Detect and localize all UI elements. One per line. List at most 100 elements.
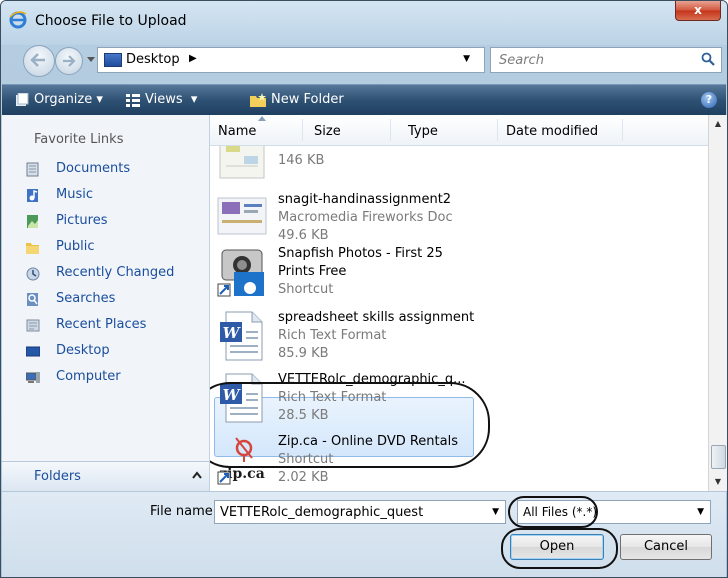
close-button[interactable]: x — [675, 1, 721, 21]
nav-item-label: Desktop — [56, 343, 110, 358]
pictures-icon — [27, 215, 38, 228]
nav-item-recently-changed[interactable]: Recently Changed — [26, 264, 204, 284]
address-bar[interactable]: Desktop ▶ ▼ — [97, 47, 485, 73]
dialog-footer: File name: VETTERolc_demographic_quest ▼… — [2, 491, 726, 577]
desktop-icon — [26, 346, 40, 357]
nav-item-label: Recently Changed — [56, 265, 175, 280]
snapfish-shortcut-icon — [217, 249, 264, 297]
recently-changed-icon — [26, 267, 40, 281]
column-divider[interactable] — [497, 119, 498, 141]
nav-item-computer[interactable]: Computer — [26, 368, 204, 388]
forward-button[interactable] — [55, 47, 83, 75]
file-type: Macromedia Fireworks Doc — [278, 210, 453, 225]
documents-icon — [26, 162, 39, 177]
nav-item-searches[interactable]: Searches — [26, 290, 204, 310]
new-folder-button[interactable]: New Folder — [250, 92, 344, 107]
file-name-label: File name: — [150, 504, 218, 519]
file-list-pane: Name Size Type Date modified Macromedia … — [210, 115, 708, 491]
column-divider[interactable] — [622, 119, 623, 141]
nav-item-label: Documents — [56, 161, 131, 176]
file-size: 49.6 KB — [278, 228, 329, 243]
forward-arrow-icon — [63, 55, 76, 67]
nav-item-pictures[interactable]: Pictures — [26, 212, 204, 232]
computer-icon — [26, 372, 40, 383]
views-menu[interactable]: Views ▾ — [126, 92, 197, 107]
nav-item-public[interactable]: Public — [26, 238, 204, 258]
desktop-location-icon — [104, 53, 122, 67]
nav-item-label: Public — [56, 239, 95, 254]
folders-toggle[interactable]: Folders — [2, 461, 209, 492]
nav-item-desktop[interactable]: Desktop — [26, 342, 204, 362]
file-type: Shortcut — [278, 282, 334, 297]
nav-item-recent-places[interactable]: Recent Places — [26, 316, 204, 336]
internet-explorer-icon — [9, 11, 27, 29]
file-name-value[interactable]: VETTERolc_demographic_quest — [220, 505, 423, 520]
file-size: 146 KB — [278, 153, 325, 168]
views-icon — [126, 93, 140, 107]
file-item[interactable]: snagit-handinassignment2 Macromedia Fire… — [216, 192, 696, 246]
column-header-type[interactable]: Type — [408, 124, 438, 139]
file-name-field[interactable]: VETTERolc_demographic_quest ▼ — [214, 500, 506, 524]
nav-item-label: Searches — [56, 291, 116, 306]
back-arrow-icon — [30, 53, 45, 67]
annotation-circle-selected-file — [210, 382, 490, 468]
column-header-name[interactable]: Name — [218, 124, 256, 139]
nav-item-label: Recent Places — [56, 317, 147, 332]
nav-item-label: Computer — [56, 369, 121, 384]
address-dropdown-icon[interactable]: ▼ — [463, 54, 470, 64]
filter-dropdown-icon[interactable]: ▼ — [697, 507, 704, 517]
title-bar[interactable]: Choose File to Upload x — [1, 1, 727, 45]
organize-label: Organize — [34, 92, 93, 107]
file-type: Rich Text Format — [278, 328, 387, 343]
file-name: snagit-handinassignment2 — [278, 192, 452, 207]
nav-item-music[interactable]: Music — [26, 186, 204, 206]
navigation-pane: Favorite Links Documents Music Pictures … — [2, 115, 210, 491]
new-folder-icon — [250, 92, 266, 107]
organize-icon — [16, 92, 29, 106]
file-item[interactable]: Snapfish Photos - First 25 Prints Free S… — [216, 246, 696, 306]
search-input[interactable]: Search — [490, 47, 722, 73]
search-icon[interactable] — [701, 52, 715, 66]
scrollbar-thumb[interactable] — [711, 445, 726, 469]
scroll-up-icon[interactable]: ▲ — [709, 115, 727, 133]
back-button[interactable] — [23, 45, 55, 77]
file-type: Macromedia Fireworks Doc — [278, 146, 453, 150]
file-name: Snapfish Photos - First 25 — [278, 246, 443, 261]
window-title: Choose File to Upload — [35, 13, 187, 29]
search-placeholder: Search — [499, 53, 544, 68]
organize-menu[interactable]: Organize ▾ — [15, 92, 103, 107]
address-location[interactable]: Desktop — [126, 52, 180, 67]
column-divider[interactable] — [302, 119, 303, 141]
nav-item-documents[interactable]: Documents — [26, 160, 204, 180]
scroll-down-icon[interactable]: ▼ — [709, 473, 727, 491]
sort-ascending-icon — [258, 116, 266, 121]
fireworks-doc-icon — [219, 146, 265, 179]
file-dialog-window: Choose File to Upload x Desktop ▶ ▼ ↺ Se… — [0, 0, 728, 578]
music-icon — [27, 189, 38, 202]
vertical-scrollbar[interactable]: ▲ ▼ — [708, 115, 727, 491]
folders-label: Folders — [34, 469, 81, 484]
word-doc-icon: W — [220, 311, 263, 361]
column-divider[interactable] — [390, 119, 391, 141]
file-name: spreadsheet skills assignment — [278, 310, 475, 325]
cancel-button[interactable]: Cancel — [620, 534, 712, 560]
command-toolbar: Organize ▾ Views ▾ New Folder ? — [2, 84, 726, 115]
public-folder-icon — [26, 243, 39, 254]
column-header-size[interactable]: Size — [314, 124, 341, 139]
svg-text:W: W — [223, 324, 242, 342]
recent-places-icon — [26, 319, 40, 332]
help-icon[interactable]: ? — [701, 92, 717, 108]
annotation-circle-open-button — [501, 528, 618, 569]
recent-pages-dropdown-icon[interactable] — [87, 55, 95, 63]
file-list: Macromedia Fireworks Doc 146 KB snagit-h… — [210, 146, 708, 491]
chevron-up-icon[interactable] — [192, 471, 202, 479]
column-header-date-modified[interactable]: Date modified — [506, 124, 598, 139]
annotation-circle-filter — [508, 496, 598, 528]
file-item[interactable]: W spreadsheet skills assignment Rich Tex… — [216, 310, 696, 364]
file-item[interactable]: Macromedia Fireworks Doc 146 KB — [216, 146, 696, 188]
column-headers: Name Size Type Date modified — [210, 115, 708, 146]
breadcrumb-arrow-icon[interactable]: ▶ — [189, 53, 197, 64]
favorite-links-heading: Favorite Links — [34, 132, 124, 147]
views-label: Views — [145, 92, 183, 107]
file-name-dropdown-icon[interactable]: ▼ — [492, 507, 499, 517]
